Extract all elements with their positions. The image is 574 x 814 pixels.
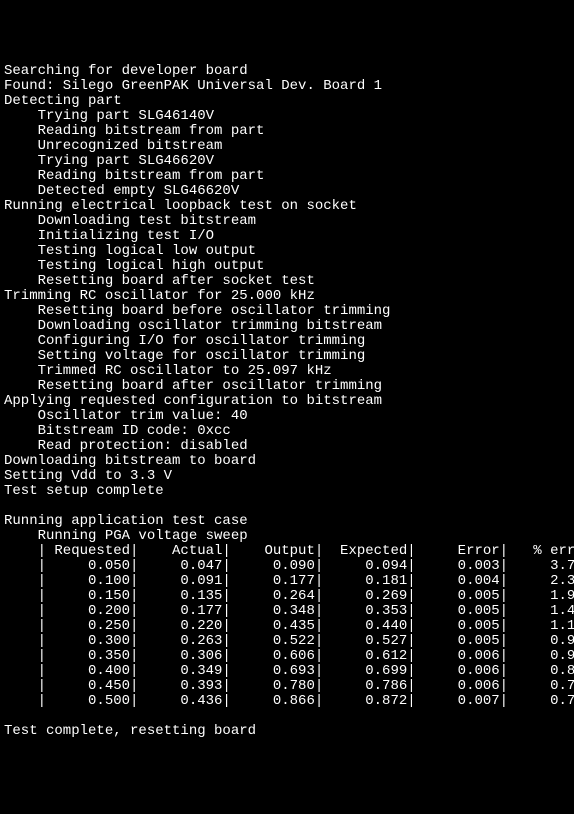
terminal-line: | Requested| Actual| Output| Expected| E… bbox=[4, 544, 570, 559]
terminal-line: Trying part SLG46140V bbox=[4, 109, 570, 124]
terminal-line: Found: Silego GreenPAK Universal Dev. Bo… bbox=[4, 79, 570, 94]
terminal-output: Searching for developer boardFound: Sile… bbox=[4, 64, 570, 739]
terminal-line: Test setup complete bbox=[4, 484, 570, 499]
terminal-line: Resetting board after oscillator trimmin… bbox=[4, 379, 570, 394]
terminal-line: Reading bitstream from part bbox=[4, 169, 570, 184]
terminal-line: Running electrical loopback test on sock… bbox=[4, 199, 570, 214]
terminal-line: Trimming RC oscillator for 25.000 kHz bbox=[4, 289, 570, 304]
terminal-line: Downloading bitstream to board bbox=[4, 454, 570, 469]
terminal-line: Setting voltage for oscillator trimming bbox=[4, 349, 570, 364]
terminal-line: Reading bitstream from part bbox=[4, 124, 570, 139]
terminal-line bbox=[4, 499, 570, 514]
terminal-line: | 0.250| 0.220| 0.435| 0.440| 0.005| 1.1… bbox=[4, 619, 570, 634]
terminal-line: Trimmed RC oscillator to 25.097 kHz bbox=[4, 364, 570, 379]
terminal-line: | 0.050| 0.047| 0.090| 0.094| 0.003| 3.7… bbox=[4, 559, 570, 574]
terminal-line: | 0.150| 0.135| 0.264| 0.269| 0.005| 1.9… bbox=[4, 589, 570, 604]
terminal-line: | 0.450| 0.393| 0.780| 0.786| 0.006| 0.7… bbox=[4, 679, 570, 694]
terminal-line: Running application test case bbox=[4, 514, 570, 529]
terminal-line: Testing logical low output bbox=[4, 244, 570, 259]
terminal-line: | 0.500| 0.436| 0.866| 0.872| 0.007| 0.7… bbox=[4, 694, 570, 709]
terminal-line: Searching for developer board bbox=[4, 64, 570, 79]
terminal-line: Testing logical high output bbox=[4, 259, 570, 274]
terminal-line: Running PGA voltage sweep bbox=[4, 529, 570, 544]
terminal-line: Initializing test I/O bbox=[4, 229, 570, 244]
terminal-line: Trying part SLG46620V bbox=[4, 154, 570, 169]
terminal-line: Setting Vdd to 3.3 V bbox=[4, 469, 570, 484]
terminal-line: Resetting board before oscillator trimmi… bbox=[4, 304, 570, 319]
terminal-line: Configuring I/O for oscillator trimming bbox=[4, 334, 570, 349]
terminal-line: | 0.200| 0.177| 0.348| 0.353| 0.005| 1.4… bbox=[4, 604, 570, 619]
terminal-line bbox=[4, 709, 570, 724]
terminal-line: Detecting part bbox=[4, 94, 570, 109]
terminal-line: Read protection: disabled bbox=[4, 439, 570, 454]
terminal-line: Unrecognized bitstream bbox=[4, 139, 570, 154]
terminal-line: Resetting board after socket test bbox=[4, 274, 570, 289]
terminal-line: Detected empty SLG46620V bbox=[4, 184, 570, 199]
terminal-line: Oscillator trim value: 40 bbox=[4, 409, 570, 424]
terminal-line: Downloading oscillator trimming bitstrea… bbox=[4, 319, 570, 334]
terminal-line: | 0.100| 0.091| 0.177| 0.181| 0.004| 2.3… bbox=[4, 574, 570, 589]
terminal-line: | 0.400| 0.349| 0.693| 0.699| 0.006| 0.8… bbox=[4, 664, 570, 679]
terminal-line: | 0.300| 0.263| 0.522| 0.527| 0.005| 0.9… bbox=[4, 634, 570, 649]
terminal-line: Downloading test bitstream bbox=[4, 214, 570, 229]
terminal-line: Test complete, resetting board bbox=[4, 724, 570, 739]
terminal-line: Applying requested configuration to bits… bbox=[4, 394, 570, 409]
terminal-line: | 0.350| 0.306| 0.606| 0.612| 0.006| 0.9… bbox=[4, 649, 570, 664]
terminal-line: Bitstream ID code: 0xcc bbox=[4, 424, 570, 439]
